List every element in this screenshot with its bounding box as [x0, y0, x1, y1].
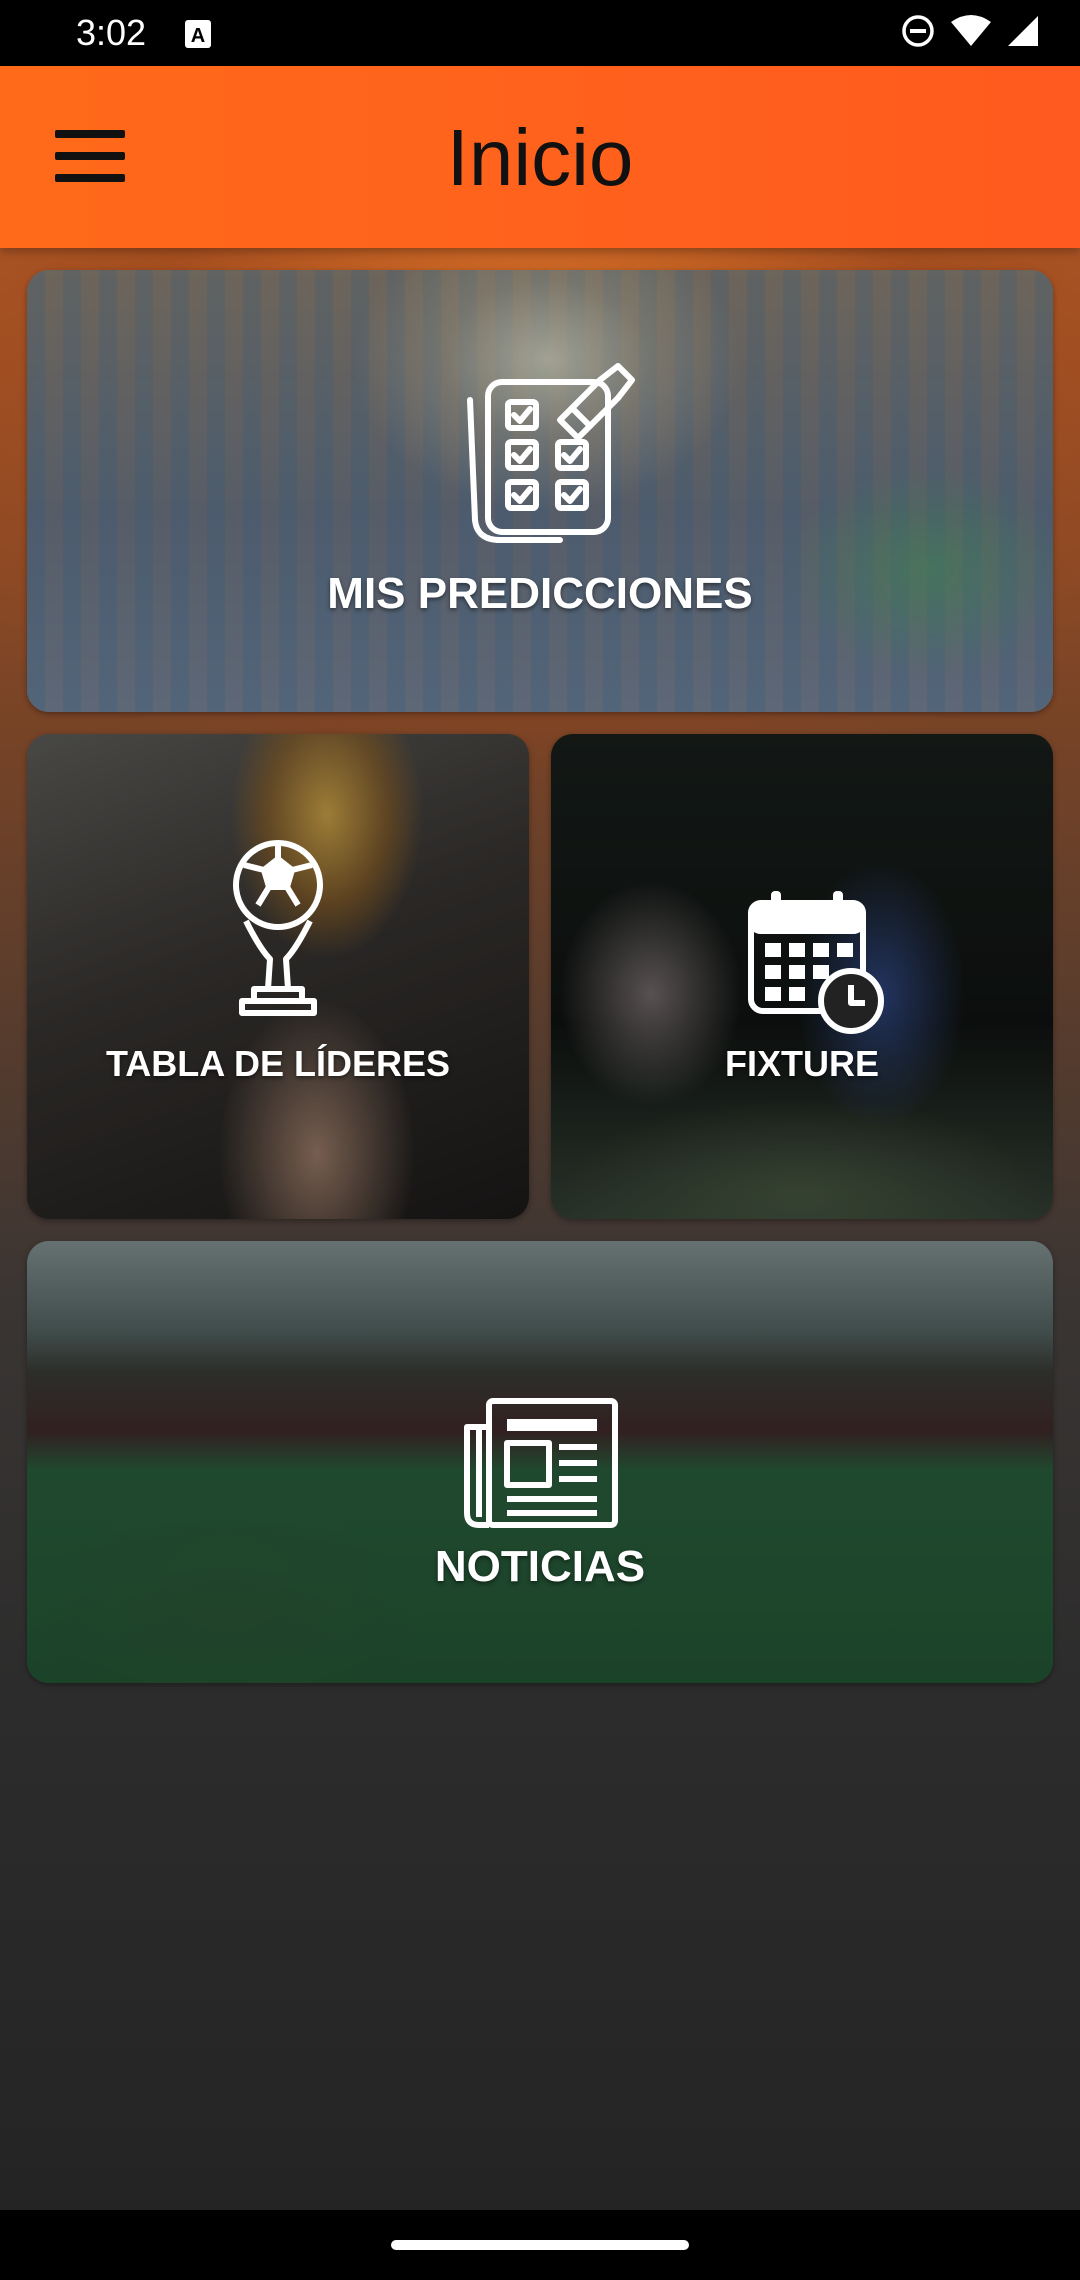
tile-label: NOTICIAS	[434, 1542, 646, 1591]
mis-predicciones-tile[interactable]: MIS PREDICCIONES	[27, 270, 1053, 712]
app-bar: Inicio	[0, 66, 1080, 248]
tile-label: FIXTURE	[724, 1043, 879, 1084]
newspaper-icon	[461, 1397, 621, 1534]
status-icons	[900, 14, 1040, 52]
wifi-icon	[950, 14, 992, 53]
noticias-tile[interactable]: NOTICIAS	[27, 1241, 1053, 1683]
tile-label: TABLA DE LÍDERES	[105, 1043, 450, 1084]
system-navigation-bar	[0, 2210, 1080, 2280]
fixture-tile[interactable]: FIXTURE	[551, 734, 1053, 1219]
notification-a-icon: A	[184, 19, 212, 49]
signal-icon	[1006, 14, 1040, 53]
status-time: 3:02	[76, 12, 147, 53]
status-bar: 3:02 A	[0, 0, 1080, 66]
home-screen: 3:02 A Inicio MIS PREDICCIONES TABLA DE …	[0, 0, 1080, 2280]
do-not-disturb-icon	[900, 13, 936, 54]
svg-text:A: A	[191, 25, 205, 47]
tabla-de-lideres-tile[interactable]: TABLA DE LÍDERES	[27, 734, 529, 1219]
checklist-icon	[440, 360, 640, 565]
tile-label: MIS PREDICCIONES	[327, 569, 753, 618]
page-title: Inicio	[446, 113, 634, 202]
home-gesture-handle[interactable]	[391, 2240, 689, 2250]
trophy-icon	[208, 839, 348, 1024]
calendar-clock-icon	[745, 889, 885, 1039]
